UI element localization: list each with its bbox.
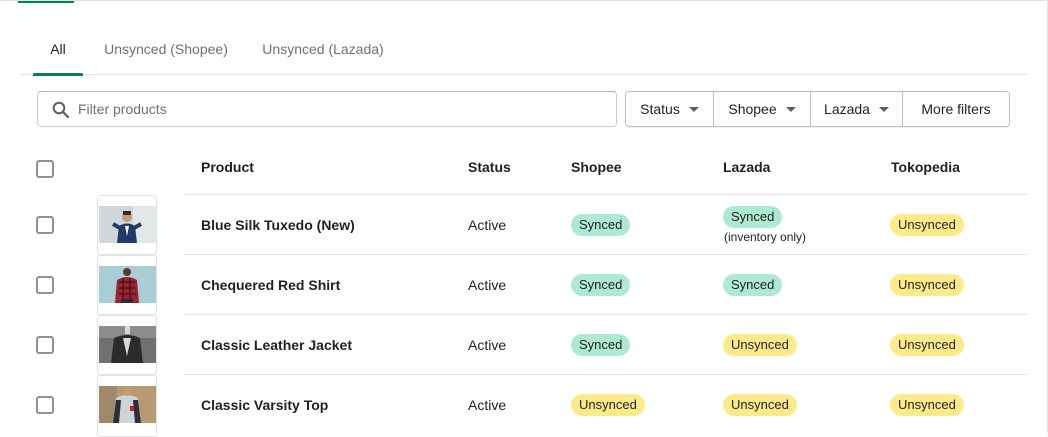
tab-bar: All Unsynced (Shopee) Unsynced (Lazada) (20, 27, 1027, 76)
caret-down-icon (878, 106, 889, 112)
product-name-link[interactable]: Chequered Red Shirt (201, 277, 340, 293)
row-checkbox[interactable] (36, 276, 54, 294)
status-filter-button[interactable]: Status (626, 92, 714, 126)
row-divider (185, 314, 1027, 315)
more-filters-button[interactable]: More filters (903, 92, 1009, 126)
shopee-status-badge: Synced (571, 274, 631, 296)
row-divider (185, 254, 1027, 255)
tokopedia-status-badge: Unsynced (890, 334, 964, 356)
status-text: Active (468, 337, 507, 353)
tokopedia-status-badge: Unsynced (890, 394, 964, 416)
lazada-status-badge: Synced (723, 274, 783, 296)
product-thumbnail (97, 375, 157, 437)
tokopedia-status-badge: Unsynced (890, 214, 964, 236)
row-checkbox[interactable] (36, 336, 54, 354)
top-accent-bar (18, 1, 74, 3)
select-all-checkbox[interactable] (36, 160, 54, 178)
shopee-status-badge: Synced (571, 334, 631, 356)
caret-down-icon (688, 106, 699, 112)
shopee-filter-button[interactable]: Shopee (714, 92, 811, 126)
row-divider (185, 374, 1027, 375)
column-header-lazada[interactable]: Lazada (723, 159, 770, 175)
shopee-status-badge: Synced (571, 214, 631, 236)
shopee-filter-label: Shopee (728, 101, 777, 117)
column-header-product[interactable]: Product (201, 159, 254, 175)
search-input[interactable] (78, 92, 608, 126)
row-checkbox[interactable] (36, 396, 54, 414)
search-icon (52, 101, 70, 119)
product-photo-tuxedo (99, 206, 156, 243)
tokopedia-status-badge: Unsynced (890, 274, 964, 296)
product-name-link[interactable]: Classic Leather Jacket (201, 337, 352, 353)
tab-all[interactable]: All (33, 27, 83, 76)
lazada-filter-button[interactable]: Lazada (811, 92, 903, 126)
tab-unsynced-lazada[interactable]: Unsynced (Lazada) (262, 27, 384, 75)
shopee-status-badge: Unsynced (571, 394, 645, 416)
more-filters-label: More filters (921, 101, 991, 117)
lazada-status-badge: Unsynced (723, 394, 797, 416)
row-checkbox[interactable] (36, 216, 54, 234)
product-thumbnail (97, 315, 157, 375)
product-thumbnail (97, 195, 157, 255)
column-header-tokopedia[interactable]: Tokopedia (891, 159, 960, 175)
search-field[interactable] (37, 91, 617, 127)
status-text: Active (468, 217, 507, 233)
page-frame: All Unsynced (Shopee) Unsynced (Lazada) … (0, 0, 1048, 437)
lazada-filter-label: Lazada (824, 101, 870, 117)
row-divider (185, 194, 1027, 195)
product-name-link[interactable]: Blue Silk Tuxedo (New) (201, 217, 355, 233)
column-header-status[interactable]: Status (468, 159, 511, 175)
lazada-status-badge: Synced (723, 206, 783, 228)
filter-button-group: Status Shopee Lazada More filters (625, 91, 1010, 127)
product-photo-varsity-top (99, 386, 156, 423)
status-filter-label: Status (640, 101, 680, 117)
status-text: Active (468, 277, 507, 293)
status-text: Active (468, 397, 507, 413)
product-photo-red-shirt (99, 266, 156, 303)
column-header-shopee[interactable]: Shopee (571, 159, 622, 175)
product-photo-leather-jacket (99, 326, 156, 363)
caret-down-icon (785, 106, 796, 112)
tab-unsynced-shopee[interactable]: Unsynced (Shopee) (102, 27, 230, 75)
lazada-status-badge: Unsynced (723, 334, 797, 356)
product-thumbnail (97, 255, 157, 315)
lazada-inventory-note: (inventory only) (724, 230, 807, 244)
product-name-link[interactable]: Classic Varsity Top (201, 397, 328, 413)
